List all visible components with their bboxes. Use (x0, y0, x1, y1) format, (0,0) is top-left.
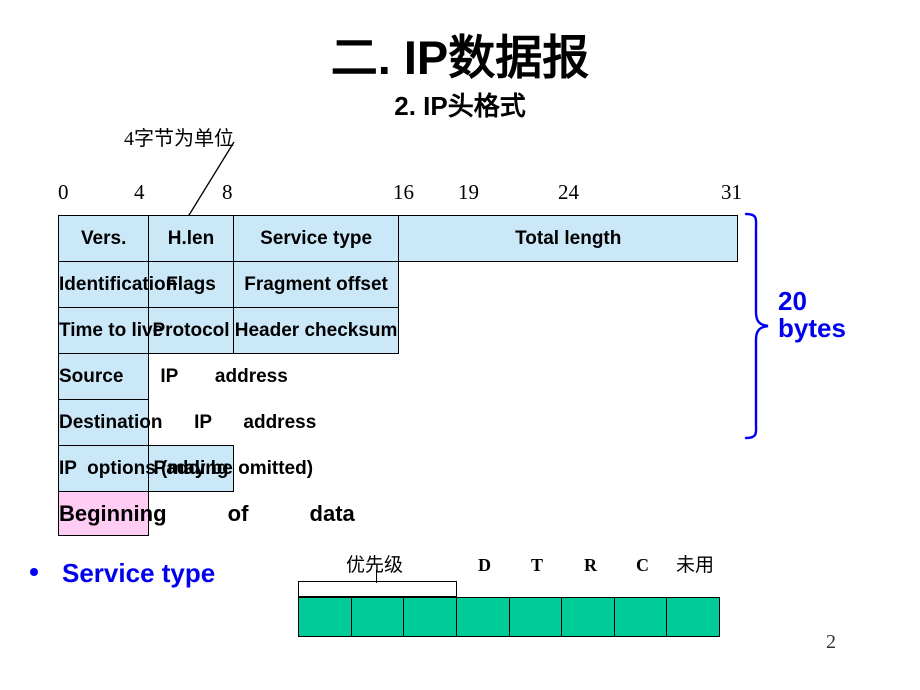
table-row: Beginning of data (57, 491, 738, 536)
bit-tick-4: 4 (134, 180, 145, 204)
tos-bit-cell (562, 598, 615, 636)
tos-bit-cell (614, 598, 668, 636)
header-field-cell: Padding (148, 445, 234, 492)
priority-field-label: 优先级 (346, 555, 404, 576)
table-row: Vers. H.len Service type Total length (57, 215, 738, 262)
tos-bit-cell (351, 598, 405, 636)
tos-flag-label: R (584, 555, 597, 575)
header-field-cell: IP options (may be omitted) (57, 445, 313, 492)
header-field-cell: Vers. (57, 215, 150, 262)
header-field-cell: Protocol (148, 307, 234, 354)
tos-bit-cell (404, 598, 457, 636)
header-field-cell: H.len (148, 215, 234, 262)
header-field-cell: Fragment offset (232, 261, 400, 308)
bit-tick-31: 31 (721, 180, 742, 204)
tos-bit-cell (299, 598, 352, 636)
page-number: 2 (826, 631, 836, 653)
table-row: Identification Flags Fragment offset (57, 261, 738, 308)
header-field-cell: Service type (232, 215, 400, 262)
tos-bit-cell (667, 598, 719, 636)
page-subtitle: 2. IP头格式 (394, 91, 526, 121)
bit-tick-16: 16 (393, 180, 414, 204)
header-field-cell: Total length (398, 215, 738, 262)
service-type-bit-cells (298, 597, 720, 637)
table-row: Time to live Protocol Header checksum (57, 307, 738, 354)
header-size-value: 20 (778, 286, 807, 316)
header-size-label: 20 bytes (778, 286, 908, 344)
priority-bracket (298, 581, 457, 597)
header-field-cell: Time to live (57, 307, 163, 354)
table-row: Source IP address (57, 353, 738, 400)
service-type-field-labels: 优先级 D T R C 未用 (298, 555, 720, 582)
page-title: 二. IP数据报 (330, 31, 590, 84)
service-type-diagram: 优先级 D T R C 未用 (298, 555, 720, 638)
tos-bit-cell (509, 598, 563, 636)
tos-flag-label: 未用 (676, 555, 715, 576)
tos-flag-label: T (531, 555, 544, 575)
header-field-cell: Beginning of data (57, 491, 355, 536)
header-size-brace (744, 212, 769, 440)
table-row: IP options (may be omitted)Padding (57, 445, 738, 492)
header-field-cell: Identification (57, 261, 177, 308)
header-field-cell: Header checksum (232, 307, 400, 354)
header-field-cell: Destination IP address (57, 399, 316, 446)
tos-flag-label: C (636, 555, 649, 575)
table-row: Destination IP address (57, 399, 738, 446)
service-type-bullet-label: Service type (62, 558, 216, 588)
priority-leader-stem (376, 570, 377, 583)
bit-tick-0: 0 (58, 180, 69, 204)
header-field-cell: Source IP address (57, 353, 288, 400)
bullet-point-icon (30, 568, 38, 576)
bit-ruler: 0 4 8 16 19 24 31 (58, 180, 742, 210)
tos-flag-label: D (478, 555, 491, 575)
bit-tick-24: 24 (558, 180, 579, 204)
bit-tick-8: 8 (222, 180, 233, 204)
callout-label: 4字节为单位 (124, 128, 234, 150)
tos-bit-cell (456, 598, 510, 636)
bit-tick-19: 19 (458, 180, 479, 204)
ip-header-table: Vers. H.len Service type Total length Identi… (57, 215, 738, 536)
header-size-unit: bytes (778, 313, 846, 344)
slide-canvas: 二. IP数据报 2. IP头格式 4字节为单位 0 4 8 16 19 24 31 Ver… (0, 0, 920, 690)
ip-header-body: Vers. H.len Service type Total length Identi… (57, 215, 738, 536)
